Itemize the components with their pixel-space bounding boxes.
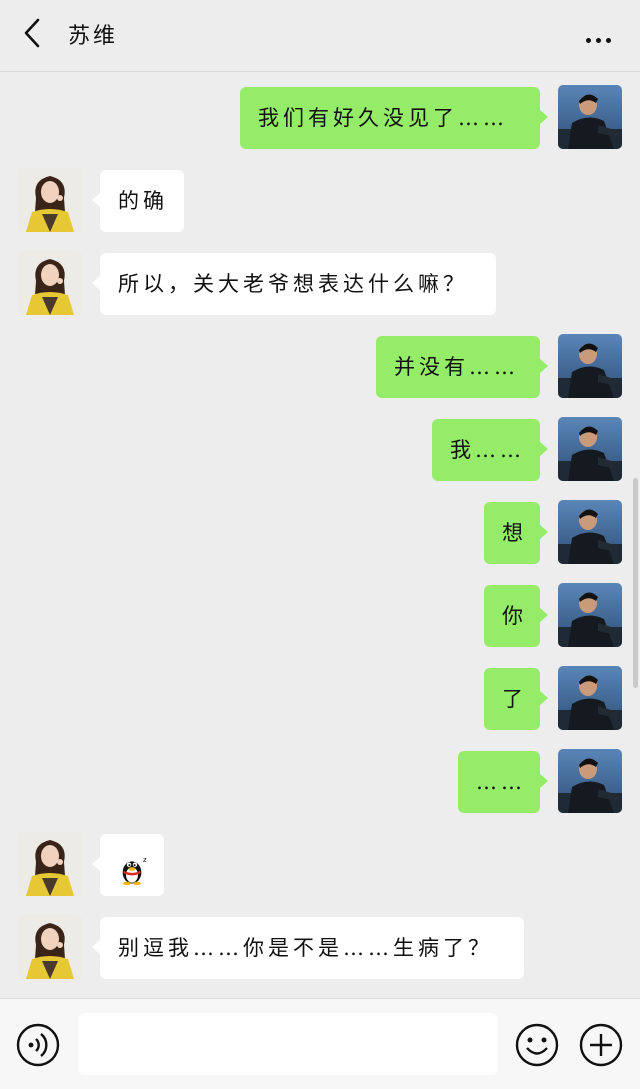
message-text: 我…… <box>450 438 525 462</box>
self-avatar[interactable] <box>558 334 622 398</box>
message-text: 了 <box>502 687 527 711</box>
contact-avatar[interactable] <box>18 832 82 896</box>
svg-text:z: z <box>143 856 149 864</box>
message-bubble[interactable]: 我…… <box>432 419 548 481</box>
message-text: 所以，关大老爷想表达什么嘛？ <box>118 272 468 296</box>
back-chevron-icon[interactable] <box>18 16 48 50</box>
message-bubble[interactable]: 我们有好久没见了…… <box>240 87 548 149</box>
input-bar <box>0 998 640 1089</box>
more-options-icon[interactable] <box>586 28 618 43</box>
message-text: 我们有好久没见了…… <box>258 106 508 130</box>
message-row: 并没有…… <box>0 334 640 400</box>
self-avatar[interactable] <box>558 417 622 481</box>
message-row: z <box>0 832 640 898</box>
chat-title: 苏维 <box>68 24 119 49</box>
message-row: 我…… <box>0 417 640 483</box>
message-row: 的确 <box>0 168 640 234</box>
message-bubble[interactable]: 所以，关大老爷想表达什么嘛？ <box>92 253 496 315</box>
message-row: 所以，关大老爷想表达什么嘛？ <box>0 251 640 317</box>
message-text: …… <box>476 770 526 794</box>
message-bubble[interactable]: 的确 <box>92 170 184 232</box>
message-text: 的确 <box>118 189 168 213</box>
emoji-icon[interactable] <box>515 1023 559 1067</box>
message-bubble[interactable]: 想 <box>484 502 548 564</box>
message-row: 别逗我……你是不是……生病了？ <box>0 915 640 981</box>
message-text: 想 <box>502 521 527 545</box>
contact-avatar[interactable] <box>18 168 82 232</box>
self-avatar[interactable] <box>558 666 622 730</box>
message-row: 了 <box>0 666 640 732</box>
message-bubble[interactable]: 你 <box>484 585 548 647</box>
message-row: …… <box>0 749 640 815</box>
self-avatar[interactable] <box>558 583 622 647</box>
sticker-bubble[interactable]: z <box>92 834 164 896</box>
message-bubble[interactable]: 了 <box>484 668 548 730</box>
voice-icon[interactable] <box>16 1023 60 1067</box>
message-input[interactable] <box>78 1013 498 1075</box>
plus-icon[interactable] <box>579 1023 623 1067</box>
message-bubble[interactable]: …… <box>458 751 548 813</box>
self-avatar[interactable] <box>558 500 622 564</box>
qq-penguin-sticker-icon: z <box>115 848 149 886</box>
message-text: 你 <box>502 604 527 628</box>
self-avatar[interactable] <box>558 749 622 813</box>
message-row: 想 <box>0 500 640 566</box>
scrollbar[interactable] <box>633 478 638 688</box>
message-text: 别逗我……你是不是……生病了？ <box>118 936 493 960</box>
message-bubble[interactable]: 别逗我……你是不是……生病了？ <box>92 917 524 979</box>
self-avatar[interactable] <box>558 85 622 149</box>
message-bubble[interactable]: 并没有…… <box>376 336 548 398</box>
message-text: 并没有…… <box>394 355 519 379</box>
message-list[interactable]: 我们有好久没见了…… 的确所以，关大老爷想表达什么嘛？ 并没有…… 我…… 想你了 …… z… <box>0 72 640 998</box>
message-row: 我们有好久没见了…… <box>0 85 640 151</box>
message-row: 你 <box>0 583 640 649</box>
contact-avatar[interactable] <box>18 251 82 315</box>
chat-header: 苏维 <box>0 0 640 72</box>
contact-avatar[interactable] <box>18 915 82 979</box>
